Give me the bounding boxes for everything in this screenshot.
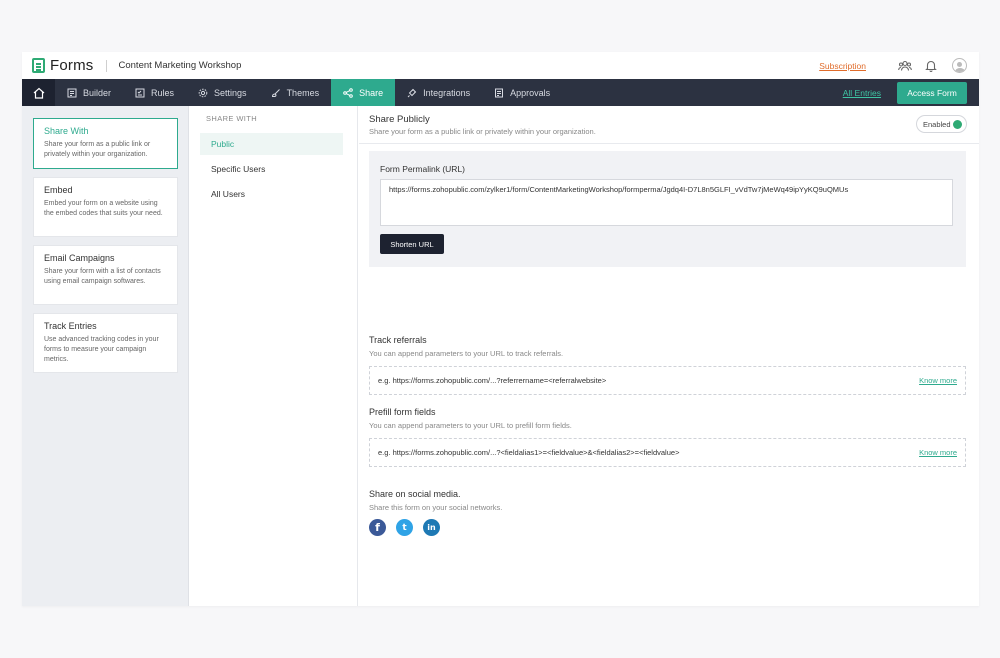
share-options-panel: Share With Share your form as a public l… xyxy=(22,106,189,606)
prefill-know-more-link[interactable]: Know more xyxy=(919,448,957,457)
share-with-header: SHARE WITH xyxy=(206,114,258,123)
toggle-on-indicator xyxy=(953,119,962,129)
nav-themes-label: Themes xyxy=(286,87,320,98)
linkedin-icon[interactable]: in xyxy=(423,519,440,536)
email-campaigns-card[interactable]: Email Campaigns Share your form with a l… xyxy=(33,245,178,305)
share-with-specific-users[interactable]: Specific Users xyxy=(200,158,343,180)
card-description: Use advanced tracking codes in your form… xyxy=(44,336,159,363)
prefill-title: Prefill form fields xyxy=(369,407,436,417)
page-subtitle: Share your form as a public link or priv… xyxy=(369,127,596,136)
nav-rules[interactable]: Rules xyxy=(123,79,186,106)
all-entries-link[interactable]: All Entries xyxy=(843,88,881,98)
main-nav: Builder Rules Settings Themes Share Inte… xyxy=(22,79,979,106)
nav-approvals-label: Approvals xyxy=(510,87,551,98)
track-referrals-example-text: e.g. https://forms.zohopublic.com/...?re… xyxy=(378,376,607,385)
forms-logo-icon xyxy=(32,58,45,73)
bell-icon[interactable] xyxy=(924,59,938,73)
share-publicly-panel: Share Publicly Share your form as a publ… xyxy=(359,106,979,606)
share-with-column: SHARE WITH Public Specific Users All Use… xyxy=(190,106,358,606)
facebook-icon[interactable]: f xyxy=(369,519,386,536)
nav-builder[interactable]: Builder xyxy=(55,79,123,106)
prefill-example: e.g. https://forms.zohopublic.com/...?<f… xyxy=(369,438,966,467)
social-subtitle: Share this form on your social networks. xyxy=(369,503,503,512)
card-title: Share With xyxy=(44,126,89,136)
form-name: Content Marketing Workshop xyxy=(118,60,242,71)
track-referrals-example: e.g. https://forms.zohopublic.com/...?re… xyxy=(369,366,966,395)
subscription-link[interactable]: Subscription xyxy=(819,61,866,71)
permalink-url-field[interactable]: https://forms.zohopublic.com/zylker1/for… xyxy=(380,179,953,226)
nav-approvals[interactable]: Approvals xyxy=(482,79,562,106)
track-referrals-subtitle: You can append parameters to your URL to… xyxy=(369,349,564,358)
nav-integrations-label: Integrations xyxy=(423,87,471,98)
plug-icon xyxy=(407,88,417,98)
nav-right-actions: All Entries Access Form xyxy=(843,79,979,106)
enabled-label: Enabled xyxy=(923,119,951,129)
nav-builder-label: Builder xyxy=(83,87,112,98)
social-share-buttons: f t in xyxy=(369,519,450,536)
share-icon xyxy=(343,87,353,98)
shorten-url-button[interactable]: Shorten URL xyxy=(380,234,444,254)
card-description: Share your form with a list of contacts … xyxy=(44,268,161,285)
track-know-more-link[interactable]: Know more xyxy=(919,376,957,385)
access-form-button[interactable]: Access Form xyxy=(897,81,967,104)
app-logo[interactable]: Forms xyxy=(32,57,94,74)
nav-settings[interactable]: Settings xyxy=(186,79,259,106)
gear-icon xyxy=(198,88,208,98)
main-header: Share Publicly Share your form as a publ… xyxy=(359,106,979,144)
team-icon[interactable] xyxy=(898,59,912,73)
brush-icon xyxy=(271,88,281,98)
avatar[interactable] xyxy=(952,58,967,73)
app-window: Forms Content Marketing Workshop Subscri… xyxy=(22,52,979,606)
builder-icon xyxy=(67,88,77,98)
nav-themes[interactable]: Themes xyxy=(259,79,332,106)
title-divider xyxy=(105,59,107,72)
home-icon xyxy=(33,87,44,99)
card-title: Track Entries xyxy=(44,321,97,331)
nav-integrations[interactable]: Integrations xyxy=(395,79,482,106)
card-description: Embed your form on a website using the e… xyxy=(44,200,163,217)
prefill-subtitle: You can append parameters to your URL to… xyxy=(369,421,572,430)
rules-icon xyxy=(135,88,145,98)
embed-card[interactable]: Embed Embed your form on a website using… xyxy=(33,177,178,237)
enabled-toggle[interactable]: Enabled xyxy=(916,115,967,133)
home-button[interactable] xyxy=(22,79,55,106)
share-with-card[interactable]: Share With Share your form as a public l… xyxy=(33,118,178,169)
permalink-label: Form Permalink (URL) xyxy=(380,164,466,174)
app-name: Forms xyxy=(50,57,94,74)
top-right-actions: Subscription xyxy=(819,58,967,73)
twitter-icon[interactable]: t xyxy=(396,519,413,536)
social-title: Share on social media. xyxy=(369,489,461,499)
nav-settings-label: Settings xyxy=(214,87,247,98)
top-header: Forms Content Marketing Workshop Subscri… xyxy=(22,52,979,79)
prefill-example-text: e.g. https://forms.zohopublic.com/...?<f… xyxy=(378,448,680,457)
permalink-section: Form Permalink (URL) https://forms.zohop… xyxy=(369,151,966,267)
track-referrals-title: Track referrals xyxy=(369,335,427,345)
nav-share-label: Share xyxy=(359,87,384,98)
track-entries-card[interactable]: Track Entries Use advanced tracking code… xyxy=(33,313,178,373)
card-title: Embed xyxy=(44,185,73,195)
nav-share[interactable]: Share xyxy=(331,79,396,106)
page-title: Share Publicly xyxy=(369,114,430,125)
card-description: Share your form as a public link or priv… xyxy=(44,141,151,158)
nav-rules-label: Rules xyxy=(151,87,175,98)
share-with-all-users[interactable]: All Users xyxy=(200,183,343,205)
share-with-public[interactable]: Public xyxy=(200,133,343,155)
card-title: Email Campaigns xyxy=(44,253,115,263)
approvals-icon xyxy=(494,88,504,98)
